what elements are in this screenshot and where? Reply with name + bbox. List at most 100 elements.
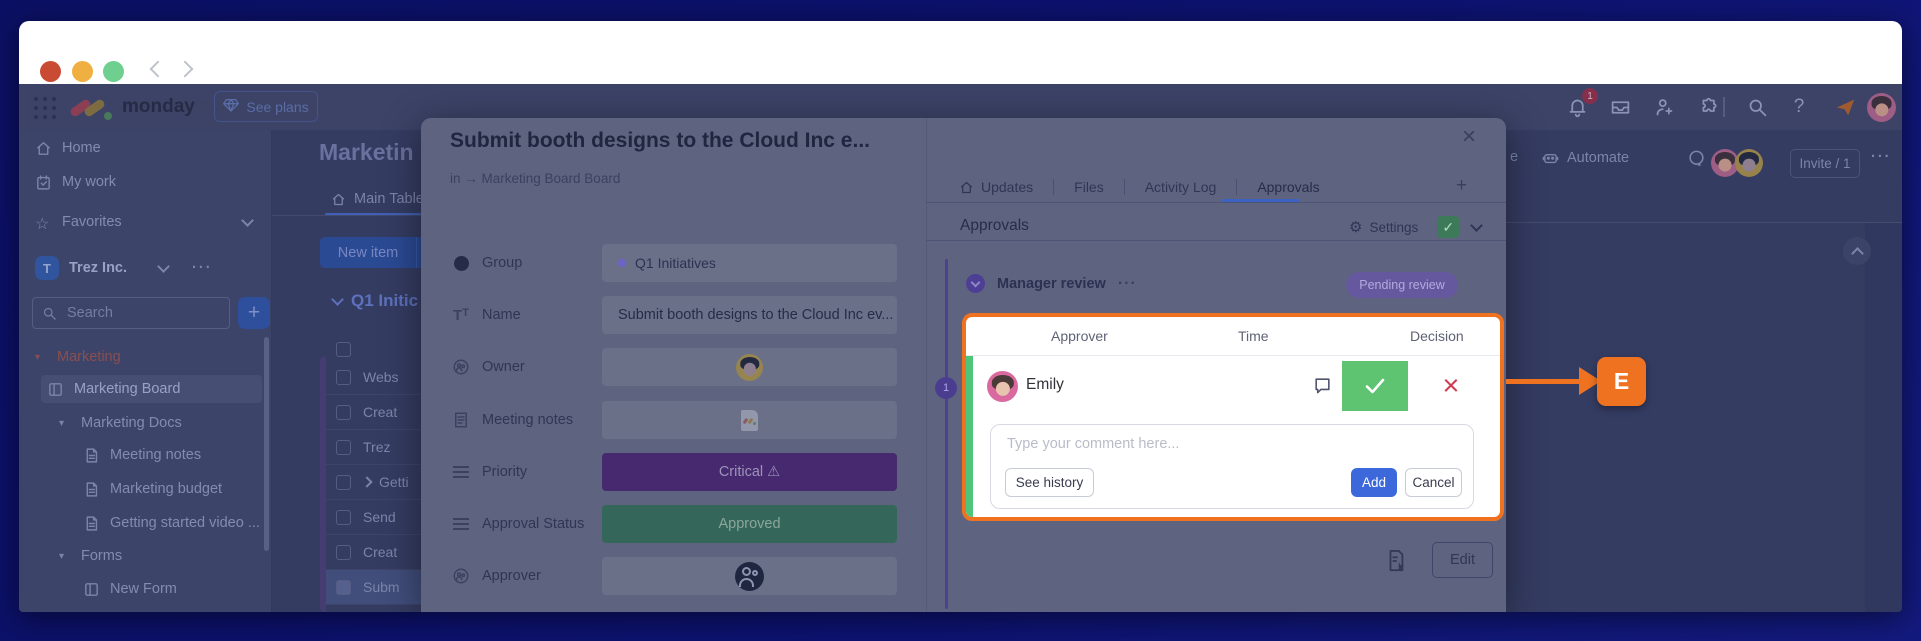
modal-breadcrumb[interactable]: in → Marketing Board Board: [450, 171, 620, 186]
whats-new-icon[interactable]: [1833, 95, 1857, 119]
select-all-checkbox[interactable]: [336, 342, 351, 357]
sidebar-item-marketing-budget[interactable]: Marketing budget: [77, 475, 262, 503]
comment-icon[interactable]: [1313, 376, 1332, 395]
sidebar-item-marketing-board[interactable]: Marketing Board: [41, 375, 262, 403]
sidebar-folder-marketing-docs[interactable]: ▾ Marketing Docs: [53, 409, 262, 437]
item-name: Creat: [363, 544, 397, 560]
table-row[interactable]: Creat: [326, 395, 421, 430]
expand-icon[interactable]: [361, 476, 372, 487]
approve-button[interactable]: [1342, 361, 1408, 411]
group-color-dot: [618, 259, 626, 267]
chevron-down-icon[interactable]: [1470, 219, 1483, 232]
reject-button[interactable]: ×: [1428, 364, 1474, 408]
help-icon[interactable]: ?: [1787, 95, 1811, 119]
approvals-settings-button[interactable]: ⚙ Settings ✓: [1349, 216, 1481, 238]
edit-button[interactable]: Edit: [1432, 542, 1493, 578]
search-icon[interactable]: [1745, 95, 1769, 119]
group-icon: [450, 256, 472, 271]
user-avatar[interactable]: [1867, 93, 1896, 122]
row-checkbox[interactable]: [336, 370, 351, 385]
see-history-button[interactable]: See history: [1005, 468, 1094, 497]
apps-marketplace-icon[interactable]: [1697, 95, 1721, 119]
column-approver: Approver: [1051, 328, 1108, 344]
search-input[interactable]: [65, 304, 195, 322]
traffic-light-close[interactable]: [40, 61, 61, 82]
invite-members-icon[interactable]: [1652, 95, 1676, 119]
traffic-light-minimize[interactable]: [72, 61, 93, 82]
sidebar-item-new-form[interactable]: New Form: [77, 575, 262, 603]
row-checkbox[interactable]: [336, 405, 351, 420]
board-more-icon[interactable]: ···: [1871, 149, 1892, 165]
people-icon: [450, 358, 472, 376]
tabs-border: [926, 202, 1506, 203]
priority-value-critical[interactable]: Critical ⚠: [602, 453, 897, 491]
add-tab-button[interactable]: +: [1456, 175, 1467, 197]
member-avatar[interactable]: [1735, 149, 1763, 177]
group-value[interactable]: Q1 Initiatives: [602, 244, 897, 282]
sidebar-folder-forms[interactable]: ▾ Forms: [53, 542, 262, 570]
sidebar-scrollbar[interactable]: [264, 337, 269, 551]
add-board-button[interactable]: +: [238, 297, 270, 329]
sidebar-item-my-work[interactable]: My work: [29, 168, 262, 196]
tab-activity-log[interactable]: Activity Log: [1125, 172, 1237, 202]
sidebar-item-favorites[interactable]: ☆ Favorites: [29, 208, 262, 236]
doc-icon: [83, 515, 100, 532]
review-more-icon[interactable]: ···: [1118, 275, 1137, 293]
row-checkbox[interactable]: [336, 510, 351, 525]
table-row[interactable]: Getti: [326, 465, 421, 500]
right-gutter: [1865, 223, 1902, 612]
close-icon[interactable]: ×: [1462, 125, 1476, 149]
settings-label: Settings: [1369, 220, 1418, 235]
my-work-icon: [35, 174, 52, 191]
board-title: Marketin: [319, 139, 424, 166]
meeting-notes-value[interactable]: [602, 401, 897, 439]
sidebar-workspace[interactable]: T Trez Inc. ···: [29, 254, 262, 282]
invite-button[interactable]: Invite / 1: [1790, 149, 1860, 178]
tab-main-table[interactable]: Main Table: [331, 191, 424, 207]
tab-approvals-active[interactable]: Approvals: [1237, 172, 1339, 202]
workspace-more-icon[interactable]: ···: [192, 260, 213, 276]
sidebar-folder-marketing[interactable]: ▾ Marketing: [29, 343, 262, 371]
chevron-down-icon: [331, 293, 344, 306]
form-doc-icon[interactable]: [1385, 549, 1407, 573]
table-row[interactable]: Creat: [326, 535, 421, 570]
group-q1-initiatives[interactable]: Q1 Initic: [333, 291, 418, 311]
approval-checkbox-icon[interactable]: ✓: [1437, 216, 1459, 238]
sidebar-item-home[interactable]: Home: [29, 134, 262, 162]
row-checkbox[interactable]: [336, 475, 351, 490]
collapse-chevron-icon[interactable]: [1843, 237, 1871, 265]
table-row-selected[interactable]: Subm: [326, 570, 421, 605]
support-icon[interactable]: [1687, 149, 1706, 168]
approver-value[interactable]: [602, 557, 897, 595]
workspace-avatar: T: [35, 256, 59, 280]
comment-input[interactable]: [1005, 435, 1445, 453]
item-name: Trez: [363, 439, 390, 455]
manager-review-row[interactable]: Manager review ···: [966, 274, 1137, 293]
tab-updates[interactable]: Updates: [939, 172, 1053, 202]
forward-icon[interactable]: [177, 61, 194, 78]
back-icon[interactable]: [150, 61, 167, 78]
cancel-button[interactable]: Cancel: [1405, 468, 1462, 497]
owner-value[interactable]: [602, 348, 897, 386]
sidebar-item-meeting-notes[interactable]: Meeting notes: [77, 441, 262, 469]
see-plans-button[interactable]: See plans: [214, 91, 318, 122]
inbox-icon[interactable]: [1608, 95, 1632, 119]
collapse-circle-icon[interactable]: [966, 274, 985, 293]
approval-status-value[interactable]: Approved: [602, 505, 897, 543]
sidebar-item-getting-started[interactable]: Getting started video ...: [77, 509, 262, 537]
doc-lines-icon: [450, 411, 472, 429]
row-checkbox[interactable]: [336, 545, 351, 560]
table-row[interactable]: Send: [326, 500, 421, 535]
tab-files[interactable]: Files: [1054, 172, 1124, 202]
name-value[interactable]: Submit booth designs to the Cloud Inc ev…: [602, 296, 897, 334]
apps-grid-icon[interactable]: [34, 97, 58, 121]
traffic-light-zoom[interactable]: [103, 61, 124, 82]
automate-button[interactable]: Automate: [1542, 149, 1629, 166]
row-checkbox[interactable]: [336, 580, 351, 595]
row-checkbox[interactable]: [336, 440, 351, 455]
integrate-label-clipped[interactable]: e: [1510, 149, 1518, 165]
table-row[interactable]: Trez: [326, 430, 421, 465]
table-row[interactable]: Webs: [326, 360, 421, 395]
sidebar-search[interactable]: [32, 297, 230, 329]
add-button[interactable]: Add: [1351, 468, 1397, 497]
